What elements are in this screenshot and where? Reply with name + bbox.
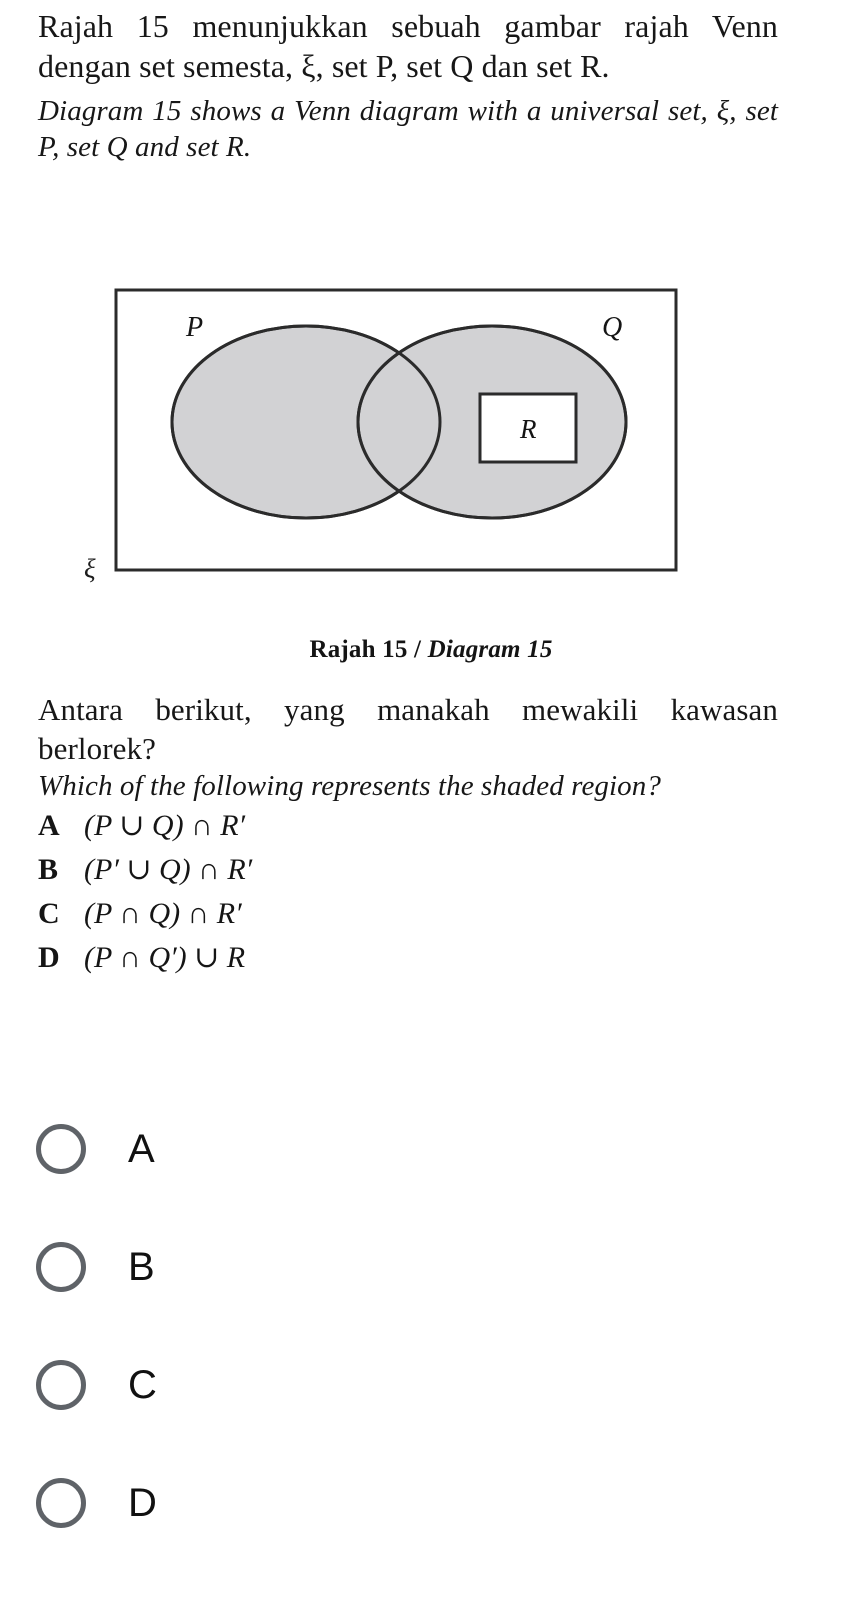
question-stem: Rajah 15 menunjukkan sebuah gambar rajah… (38, 0, 778, 165)
radio-button-a[interactable] (36, 1124, 86, 1174)
answer-choice-b-label: B (128, 1245, 155, 1289)
set-p-label: P (185, 312, 203, 343)
caption-english: Diagram 15 (427, 636, 553, 663)
set-r-label: R (519, 414, 537, 444)
printed-option-b-letter: B (38, 853, 59, 886)
question-text-malay: Antara berikut, yang manakah mewakili ka… (38, 692, 778, 766)
set-q-label: Q (602, 312, 622, 343)
printed-option-b-expression: (P′ ∪ Q) ∩ R′ (84, 853, 253, 886)
printed-option-list: A (P ∪ Q) ∩ R′ B (P′ ∪ Q) ∩ R′ C (P ∩ Q)… (38, 804, 778, 980)
question-page: Rajah 15 menunjukkan sebuah gambar rajah… (0, 0, 862, 1602)
caption-separator: / (407, 636, 428, 663)
radio-button-c[interactable] (36, 1360, 86, 1410)
venn-diagram: ξ P Q R (0, 272, 862, 592)
question-body: Antara berikut, yang manakah mewakili ka… (38, 690, 778, 980)
answer-choice-d[interactable]: D (0, 1444, 862, 1562)
printed-option-a-letter: A (38, 809, 60, 842)
printed-option-a-expression: (P ∪ Q) ∩ R′ (84, 809, 246, 842)
answer-choice-d-label: D (128, 1481, 157, 1525)
printed-option-b: B (P′ ∪ Q) ∩ R′ (38, 848, 778, 892)
stem-text-malay: Rajah 15 menunjukkan sebuah gambar rajah… (38, 8, 778, 84)
venn-diagram-graphic: P Q R (114, 288, 678, 572)
diagram-caption: Rajah 15 / Diagram 15 (0, 636, 862, 664)
question-text-english: Which of the following represents the sh… (38, 770, 661, 802)
printed-option-c-letter: C (38, 897, 60, 930)
printed-option-a: A (P ∪ Q) ∩ R′ (38, 804, 778, 848)
printed-option-d-expression: (P ∩ Q′) ∪ R (84, 941, 246, 974)
printed-option-d: D (P ∩ Q′) ∪ R (38, 936, 778, 980)
universal-set-label: ξ (84, 554, 96, 584)
stem-text-english: Diagram 15 shows a Venn diagram with a u… (38, 95, 778, 163)
printed-option-d-letter: D (38, 941, 60, 974)
printed-option-c: C (P ∩ Q) ∩ R′ (38, 892, 778, 936)
caption-malay: Rajah 15 (309, 636, 408, 663)
radio-button-d[interactable] (36, 1478, 86, 1528)
answer-choice-c[interactable]: C (0, 1326, 862, 1444)
answer-choice-a-label: A (128, 1127, 155, 1171)
answer-choice-b[interactable]: B (0, 1208, 862, 1326)
printed-option-c-expression: (P ∩ Q) ∩ R′ (84, 897, 242, 930)
answer-choice-a[interactable]: A (0, 1090, 862, 1208)
answer-choice-group: A B C D (0, 1090, 862, 1562)
radio-button-b[interactable] (36, 1242, 86, 1292)
answer-choice-c-label: C (128, 1363, 157, 1407)
